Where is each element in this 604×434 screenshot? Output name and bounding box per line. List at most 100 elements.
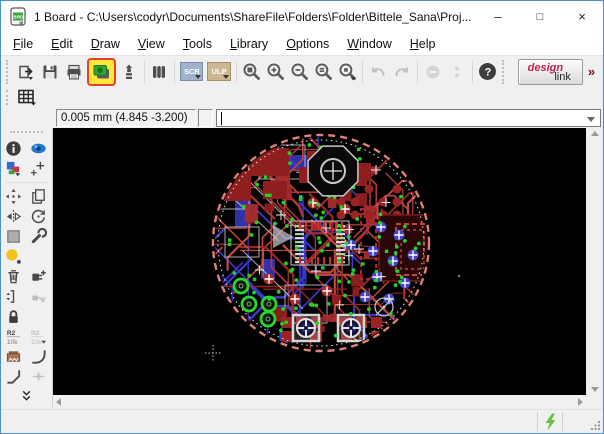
menu-tools[interactable]: Tools	[174, 35, 221, 53]
undo-button	[366, 59, 390, 84]
chevron-down-icon[interactable]	[587, 117, 595, 122]
zoom-in-button[interactable]	[263, 59, 287, 84]
scroll-left-arrow[interactable]	[56, 398, 61, 406]
vscroll-column	[586, 128, 603, 409]
go-button	[445, 59, 469, 84]
copy-icon	[30, 188, 47, 205]
menu-file[interactable]: File	[4, 35, 42, 53]
design-link-button[interactable]: design link	[518, 59, 583, 85]
toolbar-separator	[174, 61, 175, 83]
status-bar	[1, 409, 603, 433]
save-button[interactable]	[38, 59, 62, 84]
grip-dots-icon	[590, 420, 601, 431]
move-button[interactable]	[2, 186, 26, 206]
coordinate-mode-box[interactable]	[198, 109, 213, 127]
zoom-out-button[interactable]	[287, 59, 311, 84]
smash-button[interactable]	[2, 246, 26, 266]
menu-bar: FileEditDrawViewToolsLibraryOptionsWindo…	[1, 32, 603, 55]
status-empty-cell	[563, 410, 587, 433]
split-button[interactable]	[2, 366, 26, 386]
display-layers-button[interactable]	[2, 158, 26, 178]
add-part-icon	[30, 268, 47, 285]
minimize-button[interactable]: –	[477, 1, 519, 32]
menu-edit[interactable]: Edit	[42, 35, 82, 53]
layer-settings-button[interactable]	[148, 59, 172, 84]
ratsnest-button[interactable]	[2, 346, 26, 366]
info-button[interactable]	[2, 138, 26, 158]
board-file-icon: BRD	[10, 7, 27, 26]
grid-button[interactable]	[14, 88, 42, 107]
menu-window[interactable]: Window	[338, 35, 400, 53]
scroll-down-arrow[interactable]	[591, 387, 599, 392]
horizontal-scrollbar[interactable]	[53, 395, 586, 409]
app-window: BRD 1 Board - C:\Users\codyr\Documents\S…	[0, 0, 604, 434]
title-bar: BRD 1 Board - C:\Users\codyr\Documents\S…	[1, 1, 603, 32]
vertical-scrollbar[interactable]	[586, 128, 603, 395]
toolbar-overflow-button[interactable]: »	[583, 64, 600, 79]
show-button[interactable]	[27, 138, 51, 158]
value-icon: R2 10k	[30, 328, 47, 345]
zoom-select-button[interactable]	[335, 59, 359, 84]
menu-help[interactable]: Help	[401, 35, 445, 53]
zoom-out-icon	[290, 62, 309, 81]
canvas-column	[53, 128, 586, 409]
more-tools-button[interactable]	[2, 386, 52, 404]
group-button[interactable]	[2, 226, 26, 246]
lock-button[interactable]	[2, 306, 26, 326]
miter-icon	[30, 348, 47, 365]
help-button[interactable]: ?	[476, 59, 500, 84]
dropdown-arrow-icon	[223, 75, 229, 79]
rotate-icon	[30, 208, 47, 225]
rotate-button[interactable]	[27, 206, 51, 226]
name-icon: R2 10k	[5, 328, 22, 345]
delete-button[interactable]	[2, 266, 26, 286]
add-part-button[interactable]	[27, 266, 51, 286]
open-button[interactable]	[14, 59, 38, 84]
toolbar-separator	[144, 61, 145, 83]
pcb-layout-graphic	[53, 128, 586, 395]
trash-icon	[5, 268, 22, 285]
copy-button[interactable]	[27, 186, 51, 206]
close-button[interactable]: ×	[561, 1, 603, 32]
menu-library[interactable]: Library	[221, 35, 277, 53]
mark-crosshair-icon	[30, 160, 47, 177]
toolbar-separator	[472, 61, 473, 83]
script-button[interactable]: SCR	[180, 62, 203, 81]
resize-grip[interactable]	[587, 410, 603, 433]
menu-draw[interactable]: Draw	[82, 35, 129, 53]
name-button[interactable]: R2 10k	[2, 326, 26, 346]
switch-board-button-highlight[interactable]	[87, 58, 116, 86]
scroll-right-arrow[interactable]	[578, 398, 583, 406]
scroll-up-arrow[interactable]	[591, 131, 599, 136]
board-icon	[92, 62, 111, 81]
lightning-icon	[543, 413, 558, 431]
save-icon	[41, 63, 59, 81]
print-button[interactable]	[62, 59, 86, 84]
grid-icon	[17, 89, 39, 106]
grid-toolbar	[1, 87, 603, 108]
mark-button[interactable]	[27, 158, 51, 178]
ulp-button[interactable]: ULP	[207, 62, 230, 81]
stop-button	[421, 59, 445, 84]
smash-icon	[5, 248, 22, 265]
command-input[interactable]	[216, 109, 601, 127]
cam-processor-button[interactable]	[117, 59, 141, 84]
board-canvas[interactable]	[53, 128, 586, 395]
status-message-area	[1, 410, 537, 433]
maximize-button[interactable]: □	[519, 1, 561, 32]
miter-button[interactable]	[27, 346, 51, 366]
menu-view[interactable]: View	[129, 35, 174, 53]
stop-icon	[424, 63, 442, 81]
svg-text:R2: R2	[7, 330, 16, 337]
pinswap-button[interactable]	[2, 286, 26, 306]
menu-options[interactable]: Options	[277, 35, 338, 53]
wrench-icon	[30, 228, 47, 245]
zoom-fit-button[interactable]	[239, 59, 263, 84]
change-button[interactable]	[27, 226, 51, 246]
open-icon	[17, 63, 35, 81]
zoom-redraw-button[interactable]	[311, 59, 335, 84]
text-caret	[221, 112, 222, 125]
scrollbar-corner	[586, 395, 603, 409]
group-icon	[5, 228, 22, 245]
mirror-button[interactable]	[2, 206, 26, 226]
